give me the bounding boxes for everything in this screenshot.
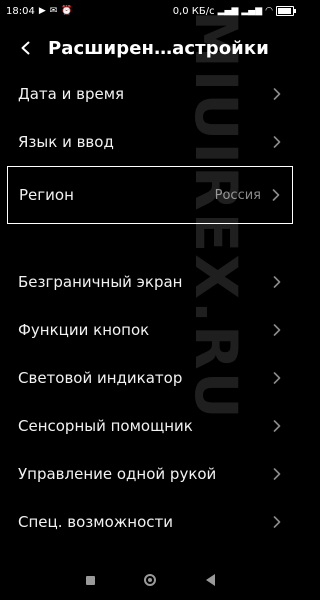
notification-icon: ✉ bbox=[49, 5, 58, 16]
battery-icon bbox=[276, 6, 296, 16]
watermark: MIUIREX.RU bbox=[182, 10, 251, 421]
list-item-touch-assistant[interactable]: Сенсорный помощник bbox=[0, 402, 300, 450]
list-item-label: Язык и ввод bbox=[18, 133, 114, 151]
chevron-right-icon bbox=[272, 372, 282, 384]
list-item-right bbox=[272, 88, 282, 100]
recent-apps-icon[interactable] bbox=[77, 567, 103, 593]
chevron-right-icon bbox=[272, 136, 282, 148]
list-item-right bbox=[272, 324, 282, 336]
list-item-language-input[interactable]: Язык и ввод bbox=[0, 118, 300, 166]
list-item-one-hand-mode[interactable]: Управление одной рукой bbox=[0, 450, 300, 498]
play-icon: ▶ bbox=[38, 5, 46, 16]
status-bar: 18:04 ▶ ✉ ⏰ 0,0 КБ/с ▂▄▆ ▂▄▆ ◠ bbox=[0, 0, 300, 22]
back-icon[interactable] bbox=[197, 567, 223, 593]
list-item-right bbox=[272, 136, 282, 148]
wifi-icon: ◠ bbox=[265, 5, 273, 16]
header: Расширен…астройки bbox=[0, 28, 300, 68]
list-item-label: Дата и время bbox=[18, 85, 125, 103]
list-item-label: Безграничный экран bbox=[18, 273, 183, 291]
list-item-label: Функции кнопок bbox=[18, 321, 150, 339]
list-item-right bbox=[272, 276, 282, 288]
status-left: 18:04 ▶ ✉ ⏰ bbox=[6, 6, 73, 17]
settings-list: Дата и время Язык и ввод Регион Россия Б… bbox=[0, 70, 300, 546]
chevron-right-icon bbox=[272, 516, 282, 528]
list-item-right bbox=[272, 516, 282, 528]
list-item-label: Сенсорный помощник bbox=[18, 417, 193, 435]
chevron-right-icon bbox=[271, 189, 281, 201]
list-item-label: Световой индикатор bbox=[18, 369, 183, 387]
list-item-fullscreen[interactable]: Безграничный экран bbox=[0, 258, 300, 306]
list-item-region[interactable]: Регион Россия bbox=[7, 166, 293, 224]
list-item-led-indicator[interactable]: Световой индикатор bbox=[0, 354, 300, 402]
list-item-date-time[interactable]: Дата и время bbox=[0, 70, 300, 118]
chevron-right-icon bbox=[272, 324, 282, 336]
list-item-right bbox=[272, 468, 282, 480]
navigation-bar bbox=[0, 560, 300, 600]
list-item-button-functions[interactable]: Функции кнопок bbox=[0, 306, 300, 354]
list-item-right bbox=[272, 420, 282, 432]
chevron-right-icon bbox=[272, 276, 282, 288]
chevron-right-icon bbox=[272, 468, 282, 480]
watermark-text: MIUIREX.RU bbox=[182, 10, 250, 421]
list-item-accessibility[interactable]: Спец. возможности bbox=[0, 498, 300, 546]
chevron-right-icon bbox=[272, 88, 282, 100]
back-arrow-icon[interactable] bbox=[14, 36, 38, 60]
chevron-right-icon bbox=[272, 420, 282, 432]
list-item-label: Регион bbox=[19, 186, 74, 204]
alarm-icon: ⏰ bbox=[61, 5, 73, 16]
home-icon[interactable] bbox=[137, 567, 163, 593]
list-item-label: Управление одной рукой bbox=[18, 465, 217, 483]
status-time: 18:04 bbox=[6, 5, 35, 17]
list-item-right bbox=[272, 372, 282, 384]
list-item-label: Спец. возможности bbox=[18, 513, 173, 531]
